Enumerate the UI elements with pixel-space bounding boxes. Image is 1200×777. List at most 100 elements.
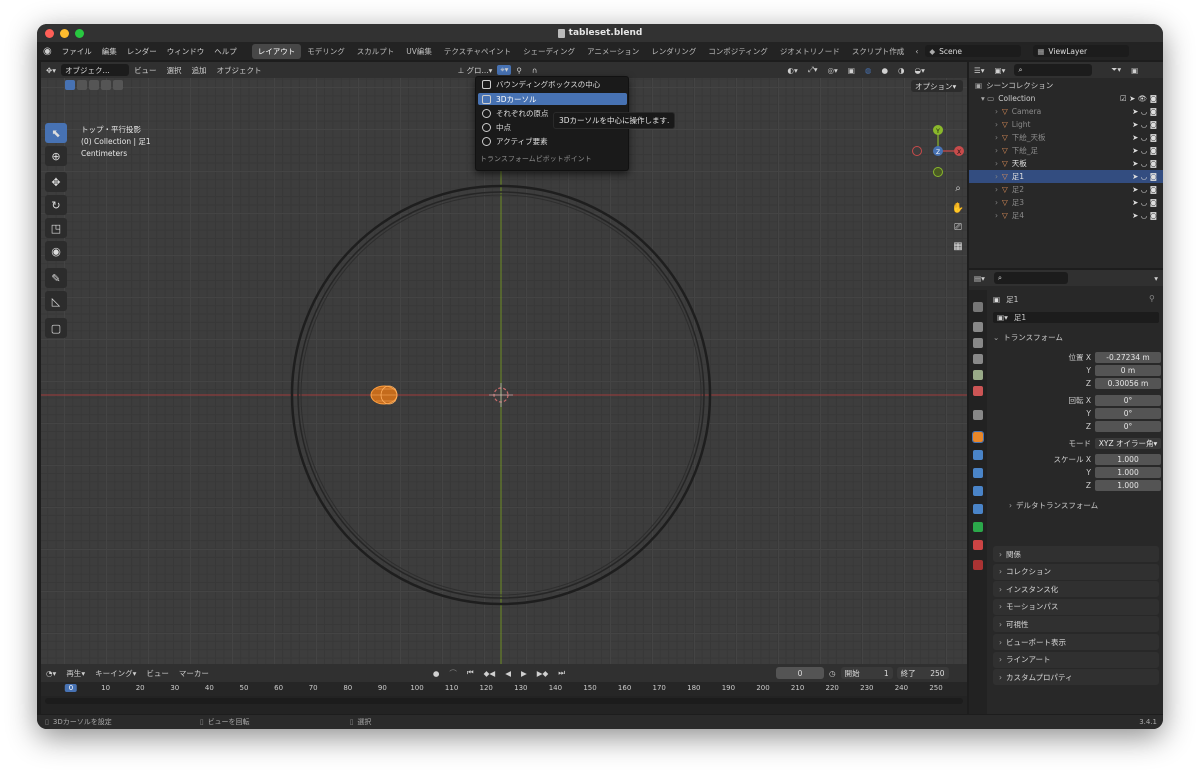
next-key-icon[interactable]: ▶◆ <box>532 669 554 678</box>
pivot-option-active-element[interactable]: アクティブ要素 <box>478 135 627 147</box>
physics-tab-icon[interactable] <box>973 486 983 496</box>
current-frame-marker[interactable]: 0 <box>64 684 78 692</box>
item-visibility-icons[interactable]: ➤ ◡ ◙ <box>1132 120 1157 129</box>
timeline-view-menu[interactable]: ビュー <box>141 668 174 679</box>
constraints-tab-icon[interactable] <box>973 504 983 514</box>
view-layer-tab-icon[interactable] <box>973 354 983 364</box>
scene-collection-row[interactable]: ▣ シーンコレクション <box>969 79 1163 92</box>
shading-rendered-icon[interactable]: ◒▾ <box>910 66 930 75</box>
close-window-button[interactable] <box>45 29 54 38</box>
menu-file[interactable]: ファイル <box>57 46 97 57</box>
display-mode-icon[interactable]: ▣▾ <box>990 66 1011 75</box>
workspace-tab-sculpt[interactable]: スカルプト <box>351 44 401 59</box>
object-tab-icon[interactable] <box>972 431 984 443</box>
menu-help[interactable]: ヘルプ <box>209 46 242 57</box>
zoom-window-button[interactable] <box>75 29 84 38</box>
zoom-icon[interactable]: ⌕ <box>949 179 967 197</box>
minimize-window-button[interactable] <box>60 29 69 38</box>
view-layer-selector[interactable]: ▦ ViewLayer <box>1033 45 1130 57</box>
modifier-tab-icon[interactable] <box>973 450 983 460</box>
expand-arrow-icon[interactable]: › <box>995 172 998 181</box>
pivot-point-button[interactable]: ⌖▾ <box>497 65 512 75</box>
add-cube-tool[interactable]: ▢ <box>45 318 67 338</box>
menu-edit[interactable]: 編集 <box>97 46 122 57</box>
properties-editor-icon[interactable]: ▤▾ <box>969 274 990 283</box>
workspace-tab-rendering[interactable]: レンダリング <box>645 44 702 59</box>
workspace-tab-compositing[interactable]: コンポジティング <box>702 44 774 59</box>
playback-menu[interactable]: 再生▾ <box>61 668 90 679</box>
shading-wireframe-icon[interactable]: ◍ <box>860 66 877 75</box>
expand-arrow-icon[interactable]: › <box>995 198 998 207</box>
mode-selector[interactable]: オブジェク... <box>61 64 130 76</box>
material-tab-icon[interactable] <box>973 540 983 550</box>
menu-add[interactable]: 追加 <box>187 65 212 76</box>
scale-x-field[interactable]: 1.000 <box>1095 454 1161 465</box>
tool-tab-icon[interactable] <box>973 302 983 312</box>
delta-transform-header[interactable]: › デルタトランスフォーム <box>1009 500 1098 511</box>
workspace-tab-animation[interactable]: アニメーション <box>581 44 645 59</box>
scale-tool[interactable]: ◳ <box>45 218 67 238</box>
marker-menu[interactable]: マーカー <box>174 668 214 679</box>
outliner-item[interactable]: › ▽ Light ➤ ◡ ◙ <box>969 118 1163 131</box>
pan-hand-icon[interactable]: ✋ <box>949 199 967 217</box>
transform-tool[interactable]: ◉ <box>45 241 67 261</box>
rotate-tool[interactable]: ↻ <box>45 195 67 215</box>
menu-window[interactable]: ウィンドウ <box>162 46 210 57</box>
scale-z-field[interactable]: 1.000 <box>1095 480 1161 491</box>
snap-icon[interactable]: ⚲ <box>511 66 527 75</box>
stopwatch-icon[interactable]: ◷ <box>824 669 841 678</box>
timeline-scrollbar[interactable] <box>45 698 963 704</box>
outliner-item[interactable]: › ▽ 下絵_足 ➤ ◡ ◙ <box>969 144 1163 157</box>
outliner-item[interactable]: › ▽ 足1 ➤ ◡ ◙ <box>969 170 1163 183</box>
workspace-tab-shading[interactable]: シェーディング <box>517 44 581 59</box>
current-frame-field[interactable]: 0 <box>776 667 825 679</box>
workspace-tab-modeling[interactable]: モデリング <box>301 44 351 59</box>
measure-tool[interactable]: ◺ <box>45 291 67 311</box>
scene-selector[interactable]: ◆ Scene <box>925 45 1022 57</box>
menu-object[interactable]: オブジェクト <box>212 65 267 76</box>
editor-type-icon[interactable]: ✥▾ <box>41 66 61 75</box>
scale-y-field[interactable]: 1.000 <box>1095 467 1161 478</box>
item-visibility-icons[interactable]: ➤ ◡ ◙ <box>1132 185 1157 194</box>
properties-panel[interactable]: › インスタンス化 <box>993 581 1159 598</box>
menu-render[interactable]: レンダー <box>122 46 162 57</box>
jump-end-icon[interactable]: ⏭ <box>553 668 570 678</box>
menu-select[interactable]: 選択 <box>162 65 187 76</box>
gizmo-icon[interactable]: ⤢▾ <box>803 65 823 75</box>
item-visibility-icons[interactable]: ➤ ◡ ◙ <box>1132 159 1157 168</box>
new-collection-icon[interactable]: ▣ <box>1126 66 1143 75</box>
prev-key-icon[interactable]: ◆◀ <box>479 669 501 678</box>
workspace-tab-geometry-nodes[interactable]: ジオメトリノード <box>774 44 846 59</box>
ortho-grid-icon[interactable]: ▦ <box>949 237 967 255</box>
properties-panel[interactable]: › 可視性 <box>993 616 1159 633</box>
outliner-item[interactable]: › ▽ 天板 ➤ ◡ ◙ <box>969 157 1163 170</box>
transform-panel-header[interactable]: ⌄ トランスフォーム <box>993 332 1063 343</box>
workspace-tab-layout[interactable]: レイアウト <box>251 43 302 59</box>
xray-icon[interactable]: ▣ <box>843 66 860 75</box>
visibility-icon[interactable]: ◐▾ <box>782 66 802 75</box>
expand-arrow-icon[interactable]: › <box>995 211 998 220</box>
data-tab-icon[interactable] <box>973 522 983 532</box>
texture-tab-icon[interactable] <box>973 560 983 570</box>
collection-toggle-icons[interactable]: ☑ ➤ 👁 ◙ <box>1120 94 1157 103</box>
render-tab-icon[interactable] <box>973 322 983 332</box>
expand-arrow-icon[interactable]: › <box>995 159 998 168</box>
expand-arrow-icon[interactable]: › <box>995 146 998 155</box>
cursor-tool[interactable]: ⊕ <box>45 146 67 166</box>
item-visibility-icons[interactable]: ➤ ◡ ◙ <box>1132 107 1157 116</box>
filter-icon[interactable]: ⏷▾ <box>1106 65 1126 75</box>
pivot-option-bounding-box[interactable]: バウンディングボックスの中心 <box>478 78 627 90</box>
shading-material-icon[interactable]: ◑ <box>893 66 910 75</box>
outliner-search[interactable]: ⌕ <box>1014 64 1093 76</box>
move-tool[interactable]: ✥ <box>45 172 67 192</box>
outliner-item[interactable]: › ▽ 足2 ➤ ◡ ◙ <box>969 183 1163 196</box>
expand-arrow-icon[interactable]: › <box>995 185 998 194</box>
workspace-tab-scripting[interactable]: スクリプト作成 <box>846 44 911 59</box>
scene-tab-icon[interactable] <box>973 370 983 380</box>
navigation-gizmo[interactable]: Y Z X <box>908 124 967 184</box>
item-visibility-icons[interactable]: ➤ ◡ ◙ <box>1132 211 1157 220</box>
frame-ruler[interactable]: 0 10 20 30 40 50 60 70 80 90 100 110 120 130 140 150 160… <box>41 682 967 696</box>
rotation-z-field[interactable]: 0° <box>1095 421 1161 432</box>
expand-arrow-icon[interactable]: › <box>995 120 998 129</box>
auto-key-icon[interactable]: ⌒ <box>444 668 462 679</box>
